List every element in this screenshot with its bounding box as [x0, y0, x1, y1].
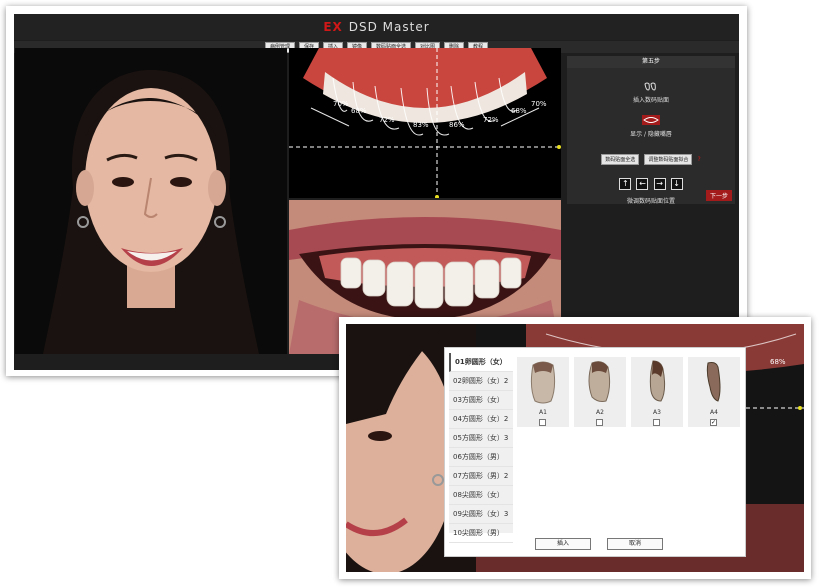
- step-title: 第五步: [567, 56, 735, 68]
- cancel-button[interactable]: 取消: [607, 538, 663, 550]
- tooth-model-card[interactable]: A4 ✓: [688, 357, 740, 427]
- tooth-ratio-label: 72%: [483, 116, 499, 124]
- tooth-library-app: 68% 01卵圆形（女） 02卵圆形（女）2 03方圆形（女） 04方圆形（女）…: [346, 324, 804, 572]
- insert-veneer-label: 插入数码贴面: [632, 97, 669, 104]
- tooth-model-label: A1: [539, 409, 547, 416]
- tooth-library-window-frame: 68% 01卵圆形（女） 02卵圆形（女）2 03方圆形（女） 04方圆形（女）…: [339, 317, 811, 579]
- category-item[interactable]: 04方圆形（女）2: [449, 410, 513, 429]
- move-down-button[interactable]: ↓: [670, 178, 683, 190]
- face-photo-panel: [15, 48, 287, 354]
- tooth-model-checkbox[interactable]: [596, 419, 603, 426]
- move-left-button[interactable]: ←: [636, 178, 649, 190]
- tooth-icon[interactable]: [567, 76, 735, 95]
- next-step-button[interactable]: 下一步: [705, 190, 732, 201]
- category-item[interactable]: 09尖圆形（女）3: [449, 505, 513, 524]
- title-bar: EX DSD Master: [14, 14, 739, 40]
- insert-button[interactable]: 插入: [535, 538, 591, 550]
- category-item[interactable]: 06方圆形（男）: [449, 448, 513, 467]
- tooth-shape-dialog: 01卵圆形（女） 02卵圆形（女）2 03方圆形（女） 04方圆形（女）2 05…: [444, 347, 746, 557]
- tooth-model-checkbox[interactable]: ✓: [710, 419, 717, 426]
- bg-tooth-ratio-label: 68%: [770, 358, 786, 366]
- category-item[interactable]: 01卵圆形（女）: [449, 353, 513, 372]
- category-list: 01卵圆形（女） 02卵圆形（女）2 03方圆形（女） 04方圆形（女）2 05…: [449, 353, 513, 543]
- tooth-model-label: A3: [653, 409, 661, 416]
- tooth-model-image: [530, 361, 556, 404]
- step-panel: 第五步 插入数码贴面 显示 / 隐藏嘴唇 数码贴面全选 调整数码贴面拟合 ? ↑…: [567, 56, 735, 205]
- tooth-ratio-label: 83%: [413, 121, 429, 129]
- category-item[interactable]: 08尖圆形（女）: [449, 486, 513, 505]
- toggle-lips-label: 显示 / 隐藏嘴唇: [630, 131, 672, 138]
- tooth-ratio-label: 70%: [333, 100, 349, 108]
- tooth-ratio-label: 70%: [531, 100, 547, 108]
- category-item[interactable]: 02卵圆形（女）2: [449, 372, 513, 391]
- smile-design-panel: 70% 68% 72% 83% 86% 72% 68% 70%: [289, 48, 561, 198]
- tooth-model-card[interactable]: A3: [631, 357, 683, 427]
- tooth-ratio-label: 86%: [449, 121, 465, 129]
- tooth-model-image: [706, 362, 721, 402]
- face-photo: [15, 48, 287, 354]
- tooth-model-label: A2: [596, 409, 604, 416]
- adjust-veneer-fit-button[interactable]: 调整数码贴面拟合: [644, 154, 693, 165]
- select-all-veneers-button[interactable]: 数码贴面全选: [601, 154, 640, 165]
- app-title: DSD Master: [348, 20, 430, 34]
- category-item[interactable]: 05方圆形（女）3: [449, 429, 513, 448]
- tooth-ratio-label: 68%: [511, 107, 527, 115]
- tooth-model-card[interactable]: A2: [574, 357, 626, 427]
- category-item[interactable]: 07方圆形（男）2: [449, 467, 513, 486]
- category-item[interactable]: 03方圆形（女）: [449, 391, 513, 410]
- tooth-model-image: [588, 361, 611, 402]
- app-logo: EX: [323, 20, 343, 34]
- move-right-button[interactable]: →: [653, 178, 666, 190]
- tooth-ratio-label: 68%: [351, 107, 367, 115]
- tooth-model-checkbox[interactable]: [539, 419, 546, 426]
- tooth-model-checkbox[interactable]: [653, 419, 660, 426]
- tooth-ratio-label: 72%: [379, 116, 395, 124]
- tooth-model-label: A4: [710, 409, 718, 416]
- category-item[interactable]: 10尖圆形（男）: [449, 524, 513, 543]
- help-icon[interactable]: ?: [698, 156, 701, 163]
- move-up-button[interactable]: ↑: [619, 178, 632, 190]
- smile-design-canvas: 70% 68% 72% 83% 86% 72% 68% 70%: [289, 48, 561, 198]
- lips-toggle-icon[interactable]: [567, 110, 735, 129]
- tooth-model-image: [649, 360, 666, 402]
- tooth-model-card[interactable]: A1: [517, 357, 569, 427]
- tooth-model-grid: A1 A2 A3 A4 ✓: [517, 353, 741, 533]
